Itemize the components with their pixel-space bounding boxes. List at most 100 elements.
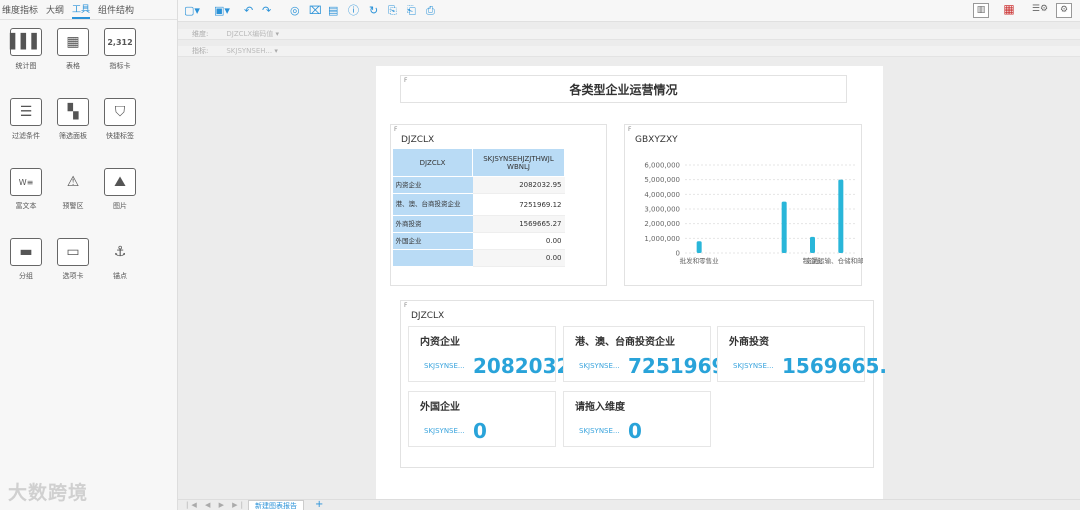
tool-kpi-card[interactable]: 2,312 指标卡 xyxy=(98,28,142,71)
chart-component[interactable]: F GBXYZXY 0 1,000,000 2,000,000 3,000,000 4,… xyxy=(624,124,863,286)
card-group-title: DJZCLX xyxy=(411,311,445,321)
filter-condition-icon: ☰ xyxy=(10,98,42,126)
y-tick-label: 2,000,000 xyxy=(644,220,680,228)
grid-layout-icon[interactable]: ▦ xyxy=(1001,3,1017,18)
tool-label: 统计图 xyxy=(15,62,37,70)
report-canvas: F 各类型企业运营情况 F DJZCLX DJZCLX SKJSYNSEHJZJ… xyxy=(376,66,887,500)
dimension-label: 维度: xyxy=(192,30,209,38)
x-tick-label: 交通运输、仓储和邮政业 xyxy=(805,256,863,265)
metric-label: 指标: xyxy=(192,47,209,55)
table-row: 外商投资 1569665.27 xyxy=(392,215,565,233)
table-header[interactable]: SKJSYNSEHJZJTHWJL WBNLJ xyxy=(472,148,565,177)
table-row: 0.00 xyxy=(392,249,565,267)
kpi-card[interactable]: 内资企业 SKJSYNSE... 2082032. xyxy=(408,326,578,382)
refresh-icon[interactable]: ↻ xyxy=(369,4,378,18)
data-table: DJZCLX SKJSYNSEHJZJTHWJL WBNLJ 内资企业 20820… xyxy=(392,148,565,267)
tab-card-icon: ▭ xyxy=(57,238,89,266)
report-title: 各类型企业运营情况 xyxy=(569,83,678,97)
dimension-value[interactable]: DJZCLX编码值 xyxy=(226,30,273,38)
y-tick-label: 4,000,000 xyxy=(644,191,680,199)
warning-icon: ⚠ xyxy=(66,174,80,190)
layout-settings-icon[interactable]: ☰⚙ xyxy=(1028,3,1052,18)
tool-label: 图片 xyxy=(113,202,127,210)
kpi-card-label: SKJSYNSE... xyxy=(579,427,620,435)
filter-panel-icon: ▚ xyxy=(57,98,89,126)
copy-icon[interactable]: ⎗ xyxy=(407,4,416,18)
settings-icon[interactable]: ⚙ xyxy=(1056,3,1072,18)
tool-label: 表格 xyxy=(66,62,80,70)
tool-warning[interactable]: ⚠ 预警区 xyxy=(51,168,95,211)
y-tick-label: 1,000,000 xyxy=(644,235,680,243)
export-icon[interactable]: ⎘ xyxy=(388,4,397,18)
title-component[interactable]: F 各类型企业运营情况 xyxy=(400,75,847,103)
bar[interactable] xyxy=(810,236,815,253)
bar[interactable] xyxy=(781,201,787,253)
tab-dimension-metrics[interactable]: 维度指标 xyxy=(2,1,38,18)
tool-tab-card[interactable]: ▭ 选项卡 xyxy=(51,238,95,281)
info-icon[interactable]: ⓘ xyxy=(348,4,359,18)
tool-image[interactable]: ⛰ 图片 xyxy=(98,168,142,211)
table-cell-name: 港、澳、台商投资企业 xyxy=(392,193,473,216)
table-cell-name: 内资企业 xyxy=(392,176,473,194)
table-title: DJZCLX xyxy=(401,135,435,145)
trash-icon[interactable]: ⌧ xyxy=(309,4,322,18)
paste-icon[interactable]: ⎙ xyxy=(426,4,435,18)
kpi-card-title: 外商投资 xyxy=(729,337,769,348)
y-tick-label: 6,000,000 xyxy=(644,162,680,170)
preview-icon[interactable]: ◎ xyxy=(290,4,300,18)
top-toolbar: ▢▾ ▣▾ ↶ ↷ ◎ ⌧ ▤ ⓘ ↻ ⎘ ⎗ ⎙ ▥ ▦ ☰⚙ ⚙ xyxy=(178,0,1080,22)
tab-tools[interactable]: 工具 xyxy=(72,0,91,19)
tool-anchor[interactable]: ⚓ 锚点 xyxy=(98,238,142,281)
bar[interactable] xyxy=(838,179,844,253)
tool-table[interactable]: ▦ 表格 xyxy=(51,28,95,71)
report-tab[interactable]: 新建图表报告 xyxy=(248,500,304,510)
tool-label: 快捷标签 xyxy=(106,132,134,140)
bar-chart: 01,000,0002,000,0003,000,0004,000,0005,0… xyxy=(644,162,863,266)
chevron-down-icon[interactable]: ▾ xyxy=(275,30,279,38)
metric-value[interactable]: SKJSYNSEH... xyxy=(226,47,272,55)
dimension-filter-row[interactable]: 维度: DJZCLX编码值 ▾ xyxy=(178,29,1080,40)
tab-outline[interactable]: 大纲 xyxy=(46,1,64,18)
table-row: 内资企业 2082032.95 xyxy=(392,176,565,194)
redo-icon[interactable]: ↷ xyxy=(262,4,271,18)
kpi-card[interactable]: 外国企业 SKJSYNSE... 0 xyxy=(408,391,556,447)
chevron-down-icon[interactable]: ▾ xyxy=(274,47,278,55)
tool-bar-chart[interactable]: ▌▌▌ 统计图 xyxy=(4,28,48,71)
tab-component-structure[interactable]: 组件结构 xyxy=(98,1,134,18)
anchor-icon: ⚓ xyxy=(113,244,127,260)
kpi-card-title: 外国企业 xyxy=(420,402,460,413)
table-header[interactable]: DJZCLX xyxy=(392,148,473,177)
tool-label: 富文本 xyxy=(15,202,37,210)
page-navigation[interactable]: |◀ ◀ ▶ ▶| xyxy=(186,500,246,510)
kpi-card-group[interactable]: F DJZCLX 内资企业 SKJSYNSE... 2082032. 港、澳、台商投资… xyxy=(400,300,887,468)
tool-filter-condition[interactable]: ☰ 过滤条件 xyxy=(4,98,48,141)
bar[interactable] xyxy=(696,241,702,253)
tool-label: 锚点 xyxy=(113,272,127,280)
tool-label: 筛选面板 xyxy=(59,132,87,140)
chart-view-icon[interactable]: ▥ xyxy=(973,3,989,18)
tool-rich-text[interactable]: W≡ 富文本 xyxy=(4,168,48,211)
new-file-icon[interactable]: ▢▾ xyxy=(184,4,200,18)
logo: 大数跨境 xyxy=(8,482,89,504)
undo-icon[interactable]: ↶ xyxy=(244,4,253,18)
component-marker-icon: F xyxy=(404,302,408,309)
bar-chart-icon: ▌▌▌ xyxy=(10,28,42,56)
document-icon[interactable]: ▤ xyxy=(328,4,338,18)
kpi-card[interactable]: 外商投资 SKJSYNSE... 1569665. xyxy=(717,326,887,382)
tool-bookmark[interactable]: ⛉ 快捷标签 xyxy=(98,98,142,141)
tool-filter-panel[interactable]: ▚ 筛选面板 xyxy=(51,98,95,141)
kpi-card-value: 0 xyxy=(473,419,487,443)
left-panel: 维度指标 大纲 工具 组件结构 ▌▌▌ 统计图 ▦ 表格 2,312 指标卡 ☰ 过滤条件 ▚ 筛… xyxy=(0,0,178,510)
kpi-card[interactable]: 请拖入维度 SKJSYNSE... 0 xyxy=(563,391,711,447)
table-cell-name: 外国企业 xyxy=(392,232,473,250)
kpi-card[interactable]: 港、澳、台商投资企业 SKJSYNSE... 7251969. xyxy=(563,326,733,382)
y-tick-label: 5,000,000 xyxy=(644,176,680,184)
save-icon[interactable]: ▣▾ xyxy=(214,4,230,18)
table-row: 港、澳、台商投资企业 7251969.12 xyxy=(392,193,565,216)
kpi-card-icon: 2,312 xyxy=(104,28,136,56)
tool-group[interactable]: ▬ 分组 xyxy=(4,238,48,281)
metric-filter-row[interactable]: 指标: SKJSYNSEH... ▾ xyxy=(178,46,1080,57)
table-component[interactable]: F DJZCLX DJZCLX SKJSYNSEHJZJTHWJL WBNLJ … xyxy=(390,124,607,286)
kpi-card-label: SKJSYNSE... xyxy=(733,362,774,370)
add-tab-button[interactable]: + xyxy=(315,500,323,510)
